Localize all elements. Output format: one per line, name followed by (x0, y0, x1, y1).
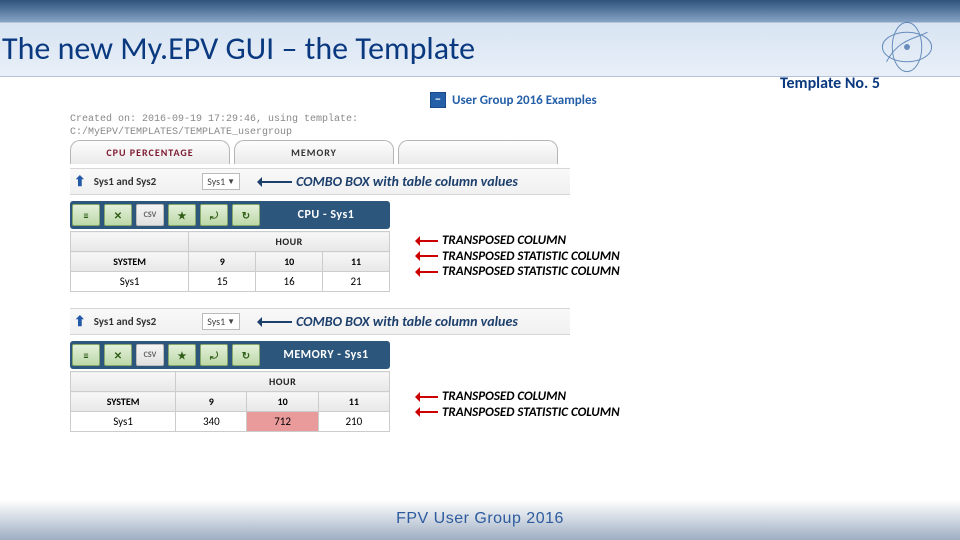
system-header: SYSTEM (71, 252, 189, 272)
chevron-down-icon: ▼ (227, 317, 235, 327)
system-combo-2[interactable]: Sys1 ▼ (202, 313, 240, 330)
created-on-line1: Created on: 2016-09-19 17:29:46, using t… (70, 114, 890, 125)
cpu-val-10: 16 (256, 272, 323, 292)
memory-table: HOUR SYSTEM 9 10 11 Sys1 340 712 210 (70, 371, 390, 432)
csv-export-button[interactable]: CSV (136, 204, 164, 226)
toolbar-memory-title: MEMORY - Sys1 (262, 348, 390, 362)
refresh1-icon[interactable]: ⤾ (200, 204, 228, 226)
hour-col-11: 11 (318, 392, 389, 412)
refresh1-icon[interactable]: ⤾ (200, 344, 228, 366)
cpu-val-9: 15 (189, 272, 256, 292)
row-sys1: Sys1 (71, 412, 176, 432)
template-number-label: Template No. 5 (780, 74, 880, 93)
created-on-line2: C:/MyEPV/TEMPLATES/TEMPLATE_usergroup (70, 127, 890, 138)
tab-bar: CPU PERCENTAGE MEMORY (70, 140, 890, 164)
csv-export-button[interactable]: CSV (136, 344, 164, 366)
menu-icon[interactable]: ≡ (72, 344, 100, 366)
section-header-1: ⬆ Sys1 and Sys2 Sys1 ▼ COMBO BOX with ta… (70, 168, 570, 195)
star-icon[interactable]: ★ (168, 344, 196, 366)
mem-val-11: 210 (318, 412, 389, 432)
annotation-block-1: TRANSPOSED COLUMN TRANSPOSED STATISTIC C… (410, 233, 620, 280)
cpu-table: HOUR SYSTEM 9 10 11 Sys1 15 16 21 (70, 231, 390, 292)
group-header-row: − User Group 2016 Examples (70, 92, 890, 108)
chart-icon[interactable]: ✕ (104, 204, 132, 226)
group-header-title: User Group 2016 Examples (452, 93, 597, 108)
hour-col-9: 9 (189, 252, 256, 272)
refresh2-icon[interactable]: ↻ (232, 204, 260, 226)
collapse-icon[interactable]: − (430, 92, 446, 108)
cpu-val-11: 21 (323, 272, 390, 292)
combo-value: Sys1 (207, 175, 225, 188)
tab-empty[interactable] (398, 140, 558, 164)
hour-col-9: 9 (176, 392, 247, 412)
arrow-left-red-icon (410, 268, 438, 276)
star-icon[interactable]: ★ (168, 204, 196, 226)
mem-val-10: 712 (247, 412, 318, 432)
system-combo-1[interactable]: Sys1 ▼ (202, 173, 240, 190)
arrow-left-red-icon (410, 393, 438, 401)
toolbar-cpu-title: CPU - Sys1 (262, 208, 390, 222)
tab-cpu-percentage[interactable]: CPU PERCENTAGE (70, 140, 230, 164)
arrow-left-blue-icon (252, 318, 292, 326)
hour-col-11: 11 (323, 252, 390, 272)
section-header-2: ⬆ Sys1 and Sys2 Sys1 ▼ COMBO BOX with ta… (70, 308, 570, 335)
annotation-combo-1: COMBO BOX with table column values (252, 173, 518, 190)
annotation-block-2: TRANSPOSED COLUMN TRANSPOSED STATISTIC C… (410, 389, 620, 420)
page-title: The new My.EPV GUI – the Template (2, 29, 950, 68)
mem-val-9: 340 (176, 412, 247, 432)
hour-col-10: 10 (256, 252, 323, 272)
chevron-down-icon: ▼ (227, 177, 235, 187)
toolbar-memory: ≡ ✕ CSV ★ ⤾ ↻ MEMORY - Sys1 (70, 341, 390, 369)
move-up-icon[interactable]: ⬆ (74, 173, 86, 190)
menu-icon[interactable]: ≡ (72, 204, 100, 226)
system-header: SYSTEM (71, 392, 176, 412)
title-bar: The new My.EPV GUI – the Template (0, 22, 960, 77)
row-sys1: Sys1 (71, 272, 189, 292)
section-label-2: Sys1 and Sys2 (94, 315, 157, 328)
refresh2-icon[interactable]: ↻ (232, 344, 260, 366)
chart-icon[interactable]: ✕ (104, 344, 132, 366)
toolbar-cpu: ≡ ✕ CSV ★ ⤾ ↻ CPU - Sys1 (70, 201, 390, 229)
arrow-left-red-icon (410, 237, 438, 245)
arrow-left-blue-icon (252, 178, 292, 186)
hour-header: HOUR (189, 232, 390, 252)
combo-value: Sys1 (207, 315, 225, 328)
content-area: − User Group 2016 Examples Created on: 2… (70, 92, 890, 432)
footer-text: FPV User Group 2016 (0, 510, 960, 528)
move-up-icon[interactable]: ⬆ (74, 313, 86, 330)
section-label-1: Sys1 and Sys2 (94, 175, 157, 188)
arrow-left-red-icon (410, 408, 438, 416)
annotation-combo-2: COMBO BOX with table column values (252, 313, 518, 330)
hour-col-10: 10 (247, 392, 318, 412)
arrow-left-red-icon (410, 252, 438, 260)
tab-memory[interactable]: MEMORY (234, 140, 394, 164)
hour-header: HOUR (176, 372, 390, 392)
brand-logo (866, 14, 948, 80)
